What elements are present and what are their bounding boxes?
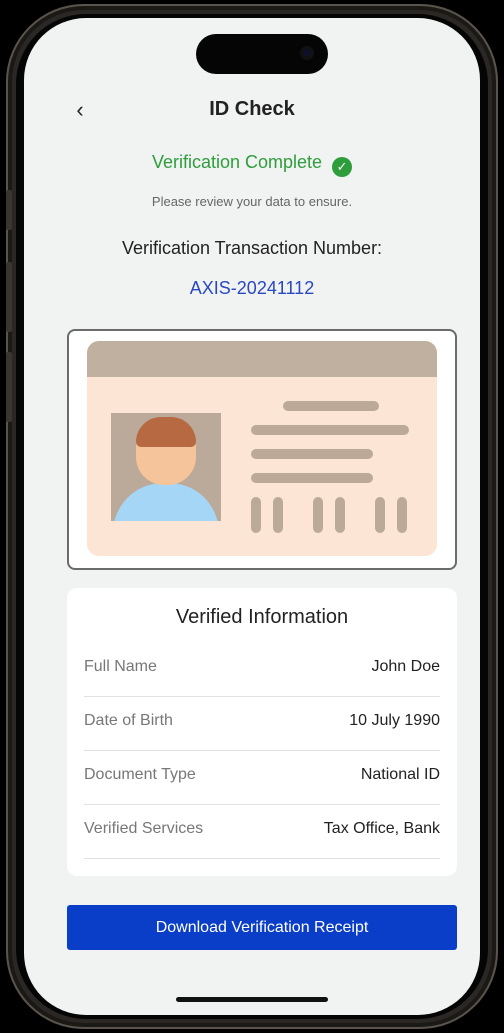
home-indicator[interactable]: [176, 997, 328, 1002]
phone-frame: ‹ ID Check Verification Complete ✓ Please…: [6, 4, 498, 1029]
card-text-line: [251, 449, 373, 459]
front-camera-icon: [300, 46, 314, 60]
subtitle: Please review your data to ensure.: [151, 194, 353, 209]
transaction-label: Verification Transaction Number:: [121, 238, 383, 258]
info-value: National ID: [360, 766, 440, 783]
info-label: Full Name: [84, 658, 157, 675]
id-card-illustration: [87, 341, 437, 556]
volume-up-button: [6, 262, 12, 332]
card-barcode-bar: [375, 497, 385, 533]
info-row-full-name: Full Name John Doe: [84, 642, 440, 697]
card-text-line: [251, 473, 373, 483]
card-barcode-bar: [251, 497, 261, 533]
card-barcode-bar: [397, 497, 407, 533]
page-title: ID Check: [209, 98, 295, 120]
card-text-line: [251, 425, 409, 435]
id-card-preview: [67, 329, 457, 570]
info-label: Verified Services: [84, 820, 204, 837]
card-header-band: [87, 341, 437, 377]
action-button: [6, 190, 12, 230]
info-value: John Doe: [371, 658, 441, 675]
transaction-number: AXIS-20241112: [189, 278, 315, 298]
info-label: Date of Birth: [84, 712, 173, 729]
avatar: [111, 413, 221, 521]
verified-info-card: Verified Information Full Name John Doe …: [67, 588, 457, 876]
avatar-body: [113, 483, 219, 521]
screen: ‹ ID Check Verification Complete ✓ Please…: [24, 18, 480, 1015]
info-row-document-type: Document Type National ID: [84, 750, 440, 805]
card-barcode-bar: [335, 497, 345, 533]
info-value: 10 July 1990: [349, 712, 440, 729]
card-text-line: [283, 401, 379, 411]
info-value: Tax Office, Bank: [323, 820, 440, 837]
info-row-verified-services: Verified Services Tax Office, Bank: [84, 804, 440, 859]
download-receipt-button[interactable]: Download Verification Receipt: [67, 905, 457, 950]
status-text: Verification Complete: [151, 152, 323, 172]
check-circle-icon: ✓: [332, 157, 353, 177]
info-label: Document Type: [84, 766, 196, 783]
card-barcode-bar: [273, 497, 283, 533]
dynamic-island: [196, 34, 328, 74]
card-barcode-bar: [313, 497, 323, 533]
verified-info-title: Verified Information: [175, 606, 349, 628]
verification-status: Verification Complete ✓: [24, 152, 480, 177]
info-row-date-of-birth: Date of Birth 10 July 1990: [84, 696, 440, 751]
volume-down-button: [6, 352, 12, 422]
avatar-hair: [136, 417, 196, 447]
